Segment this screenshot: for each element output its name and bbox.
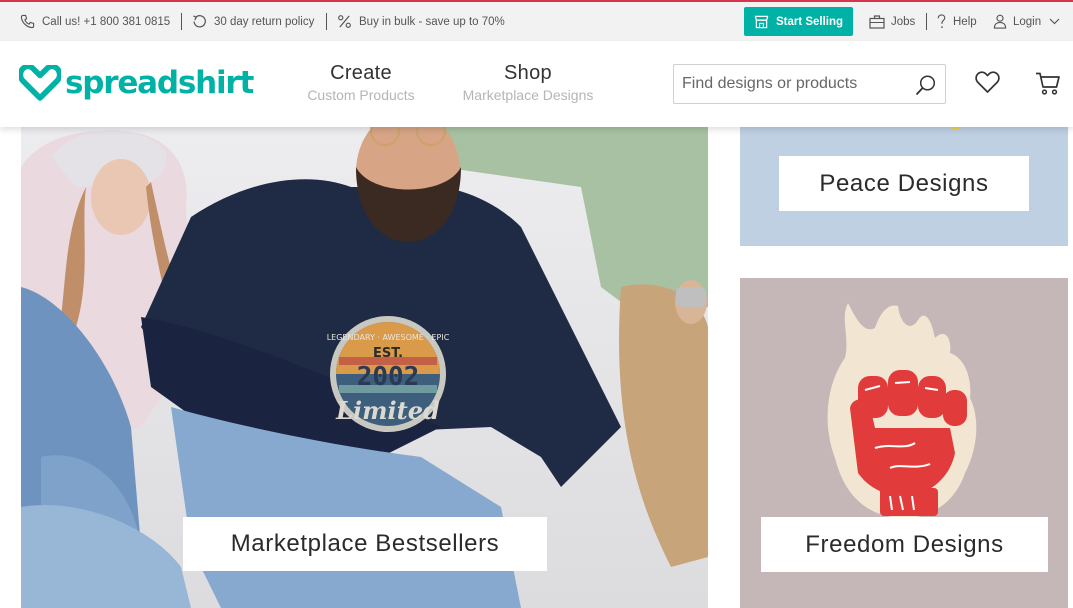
return-icon: [193, 15, 206, 28]
nav-create[interactable]: Create Custom Products: [304, 61, 418, 104]
divider: [926, 13, 927, 30]
chevron-down-icon: [1049, 18, 1060, 25]
spreadshirt-logo[interactable]: spreadshirt: [19, 65, 254, 101]
help-label: Help: [953, 15, 977, 28]
shirt-print-top: LEGENDARY · AWESOME · EPIC: [327, 333, 450, 342]
nav-create-title: Create: [330, 62, 392, 84]
question-icon: [937, 14, 946, 28]
bulk-info[interactable]: Buy in bulk - save up to 70%: [337, 2, 505, 41]
shirt-print-bottom: Limited: [335, 396, 440, 425]
nav-create-subtitle: Custom Products: [307, 87, 415, 103]
tile-label-marketplace-bestsellers[interactable]: Marketplace Bestsellers: [183, 517, 547, 571]
login-menu[interactable]: Login: [993, 2, 1060, 41]
start-selling-button[interactable]: Start Selling: [744, 7, 853, 36]
tile-label-freedom-designs[interactable]: Freedom Designs: [761, 517, 1048, 572]
phone-text: Call us! +1 800 381 0815: [42, 15, 171, 28]
search-box: [673, 64, 946, 104]
tile-label-peace-designs[interactable]: Peace Designs: [779, 156, 1029, 211]
divider: [181, 13, 182, 30]
shirt-print: LEGENDARY · AWESOME · EPIC EST. 2002 Lim…: [327, 316, 450, 432]
shirt-print-est: EST.: [373, 346, 403, 361]
store-icon: [754, 15, 769, 28]
heart-icon[interactable]: [975, 71, 1000, 94]
logo-heart-icon: [19, 65, 61, 101]
phone-info[interactable]: Call us! +1 800 381 0815: [20, 2, 170, 41]
logo-text: spreadshirt: [65, 65, 254, 101]
start-selling-label: Start Selling: [775, 15, 844, 28]
user-icon: [993, 14, 1007, 29]
search-icon[interactable]: [915, 74, 937, 96]
shirt-print-year: 2002: [357, 362, 420, 392]
nav-shop-subtitle: Marketplace Designs: [462, 87, 594, 103]
cart-icon[interactable]: [1035, 72, 1061, 95]
nav-shop[interactable]: Shop Marketplace Designs: [458, 61, 598, 104]
jobs-link[interactable]: Jobs: [869, 2, 915, 41]
tile-freedom-designs[interactable]: Freedom Designs: [740, 278, 1068, 608]
percent-icon: [338, 15, 351, 28]
return-policy-text: 30 day return policy: [214, 15, 315, 28]
help-link[interactable]: Help: [936, 2, 977, 41]
briefcase-icon: [869, 14, 885, 29]
return-policy[interactable]: 30 day return policy: [192, 2, 314, 41]
jobs-label: Jobs: [891, 15, 916, 28]
tile-marketplace-bestsellers[interactable]: LEGENDARY · AWESOME · EPIC EST. 2002 Lim…: [21, 127, 708, 608]
nav-shop-title: Shop: [504, 62, 552, 84]
top-utility-bar: Call us! +1 800 381 0815 30 day return p…: [0, 0, 1073, 41]
phone-icon: [20, 14, 35, 29]
main-header: spreadshirt Create Custom Products Shop …: [0, 41, 1073, 127]
tile-peace-designs[interactable]: Peace Designs: [740, 127, 1068, 246]
peace-artwork-detail: [950, 127, 962, 129]
login-label: Login: [1013, 15, 1042, 28]
bulk-text: Buy in bulk - save up to 70%: [359, 15, 505, 28]
search-input[interactable]: [682, 75, 907, 93]
divider: [326, 13, 327, 30]
